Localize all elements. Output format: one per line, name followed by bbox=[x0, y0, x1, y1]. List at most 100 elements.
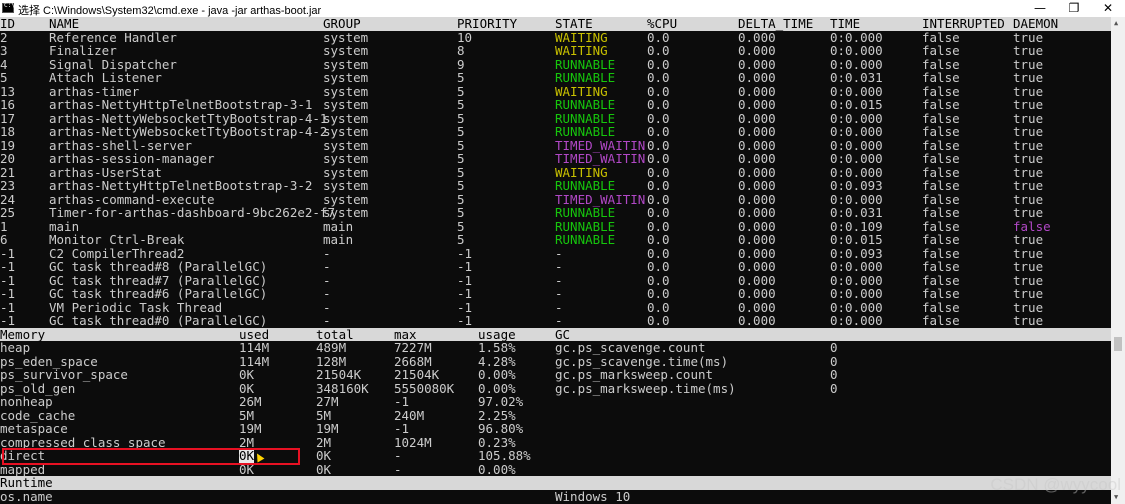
gc-value: 0 bbox=[830, 353, 838, 369]
thread-row: 24 arthas-command-execute system 5 TIMED_WAI… bbox=[0, 191, 1111, 207]
thread-cell: 21 bbox=[0, 164, 16, 180]
thread-cell: -1 bbox=[0, 313, 16, 328]
thread-cell: 24 bbox=[0, 191, 16, 207]
memory-cell: 348160K bbox=[316, 380, 369, 396]
thread-cell: RUNNABLE bbox=[555, 232, 616, 247]
thread-cell: TIMED_WAITIN bbox=[555, 137, 646, 153]
memory-cell: 1.58% bbox=[478, 340, 516, 355]
memory-cell: 0.00% bbox=[478, 461, 516, 477]
thread-cell: system bbox=[323, 205, 369, 220]
thread-cell: -1 bbox=[0, 299, 16, 315]
memory-cell: 96.80% bbox=[478, 421, 524, 436]
runtime-value: Windows 10 bbox=[555, 488, 631, 504]
thread-cell: 0.0 bbox=[647, 218, 670, 234]
minimize-button[interactable]: — bbox=[1023, 0, 1057, 17]
column-header: GROUP bbox=[323, 16, 361, 31]
thread-cell: arthas-timer bbox=[49, 83, 140, 99]
thread-cell: false bbox=[922, 178, 960, 193]
thread-row: 18 arthas-NettyWebsocketTtyBootstrap-4-2 s… bbox=[0, 125, 1111, 139]
thread-cell: 5 bbox=[0, 70, 8, 85]
scrollbar-thumb[interactable] bbox=[1114, 337, 1122, 351]
thread-cell: 0:0.000 bbox=[830, 191, 883, 207]
memory-cell: 0K bbox=[316, 448, 332, 463]
thread-row: 1 main main 5 RUNNABLE 0.0 0.000 0:0.109 false fa… bbox=[0, 218, 1111, 234]
thread-cell: 0.000 bbox=[738, 43, 776, 58]
thread-cell: 5 bbox=[457, 178, 465, 193]
thread-row: 6 Monitor Ctrl-Break main 5 RUNNABLE 0.0 0.000… bbox=[0, 233, 1111, 247]
thread-cell: - bbox=[555, 313, 563, 328]
memory-cell: 21504K bbox=[316, 367, 362, 382]
memory-cell: 114M bbox=[239, 353, 270, 369]
thread-cell: 0.0 bbox=[647, 272, 670, 288]
thread-cell: TIMED_WAITIN bbox=[555, 151, 646, 166]
thread-cell: -1 bbox=[457, 299, 473, 315]
memory-cell: - bbox=[394, 461, 402, 477]
thread-cell: RUNNABLE bbox=[555, 178, 616, 193]
thread-cell: system bbox=[323, 110, 369, 126]
thread-cell: 0.000 bbox=[738, 299, 776, 315]
thread-cell: 0.000 bbox=[738, 178, 776, 193]
thread-cell: 0:0.015 bbox=[830, 232, 883, 247]
thread-cell: system bbox=[323, 137, 369, 153]
thread-row: 3 Finalizer system 8 WAITING 0.0 0.000 0:0.000 f… bbox=[0, 44, 1111, 58]
thread-cell: 5 bbox=[457, 164, 465, 180]
thread-cell: RUNNABLE bbox=[555, 124, 616, 139]
thread-cell: RUNNABLE bbox=[555, 97, 616, 112]
thread-cell: -1 bbox=[0, 272, 16, 288]
thread-cell: VM Periodic Task Thread bbox=[49, 299, 223, 315]
console-output[interactable]: ID NAME GROUP PRIORITY STATE %CPU DELTA_TIME TI… bbox=[0, 17, 1111, 504]
column-header: ID bbox=[0, 16, 16, 31]
thread-cell: -1 bbox=[0, 245, 16, 261]
memory-cell: heap bbox=[0, 340, 31, 355]
thread-cell: false bbox=[922, 56, 960, 72]
thread-cell: 0.000 bbox=[738, 83, 776, 99]
thread-cell: 0:0.000 bbox=[830, 151, 883, 166]
memory-cell: 105.88% bbox=[478, 448, 531, 463]
scroll-up-icon[interactable]: ▲ bbox=[1114, 19, 1118, 27]
memory-cell: -1 bbox=[394, 394, 410, 409]
thread-cell: 0.000 bbox=[738, 191, 776, 207]
thread-cell: false bbox=[922, 110, 960, 126]
thread-cell: Reference Handler bbox=[49, 29, 177, 45]
thread-cell: 0.000 bbox=[738, 70, 776, 85]
thread-cell: 0:0.000 bbox=[830, 313, 883, 328]
runtime-key: os.name bbox=[0, 488, 53, 504]
thread-row: 16 arthas-NettyHttpTelnetBootstrap-3-1 sys… bbox=[0, 98, 1111, 112]
thread-cell: false bbox=[922, 83, 960, 99]
thread-cell: 0.000 bbox=[738, 272, 776, 288]
close-button[interactable]: ✕ bbox=[1091, 0, 1125, 17]
thread-cell: false bbox=[922, 137, 960, 153]
thread-cell: true bbox=[1013, 151, 1044, 166]
memory-cell: 97.02% bbox=[478, 394, 524, 409]
thread-cell: false bbox=[922, 70, 960, 85]
thread-cell: 8 bbox=[457, 43, 465, 58]
memory-cell: 7227M bbox=[394, 340, 432, 355]
memory-row: metaspace 19M 19M -1 96.80% bbox=[0, 422, 1111, 436]
thread-cell: false bbox=[922, 151, 960, 166]
column-header: DELTA_TIME bbox=[738, 16, 814, 31]
thread-cell: true bbox=[1013, 70, 1044, 85]
thread-cell: 0.0 bbox=[647, 97, 670, 112]
memory-row: ps_eden_space 114M 128M 2668M 4.28% gc.ps_sca… bbox=[0, 353, 1111, 369]
column-header: DAEMON bbox=[1013, 16, 1059, 31]
thread-cell: 1 bbox=[0, 218, 8, 234]
thread-row: -1 GC task thread#6 (ParallelGC) - -1 - 0.0 0.… bbox=[0, 287, 1111, 301]
vertical-scrollbar[interactable]: ▲ ▼ bbox=[1111, 17, 1125, 504]
thread-cell: 0.000 bbox=[738, 151, 776, 166]
thread-cell: 0.0 bbox=[647, 191, 670, 207]
maximize-button[interactable]: ❐ bbox=[1057, 0, 1091, 17]
gc-name: gc.ps_scavenge.time(ms) bbox=[555, 353, 729, 369]
memory-cell: 4.28% bbox=[478, 353, 516, 369]
thread-cell: 0.0 bbox=[647, 286, 670, 301]
thread-cell: 5 bbox=[457, 97, 465, 112]
memory-cell: 0K bbox=[316, 461, 332, 477]
column-header: INTERRUPTED bbox=[922, 16, 1005, 31]
thread-cell: 0:0.000 bbox=[830, 164, 883, 180]
thread-cell: true bbox=[1013, 43, 1044, 58]
memory-cell: 5M bbox=[239, 407, 255, 423]
thread-cell: arthas-shell-server bbox=[49, 137, 192, 153]
memory-cell: 2M bbox=[316, 434, 332, 450]
thread-row: 20 arthas-session-manager system 5 TIMED_WAI… bbox=[0, 152, 1111, 166]
thread-cell: 4 bbox=[0, 56, 8, 72]
column-header: used bbox=[239, 326, 270, 342]
